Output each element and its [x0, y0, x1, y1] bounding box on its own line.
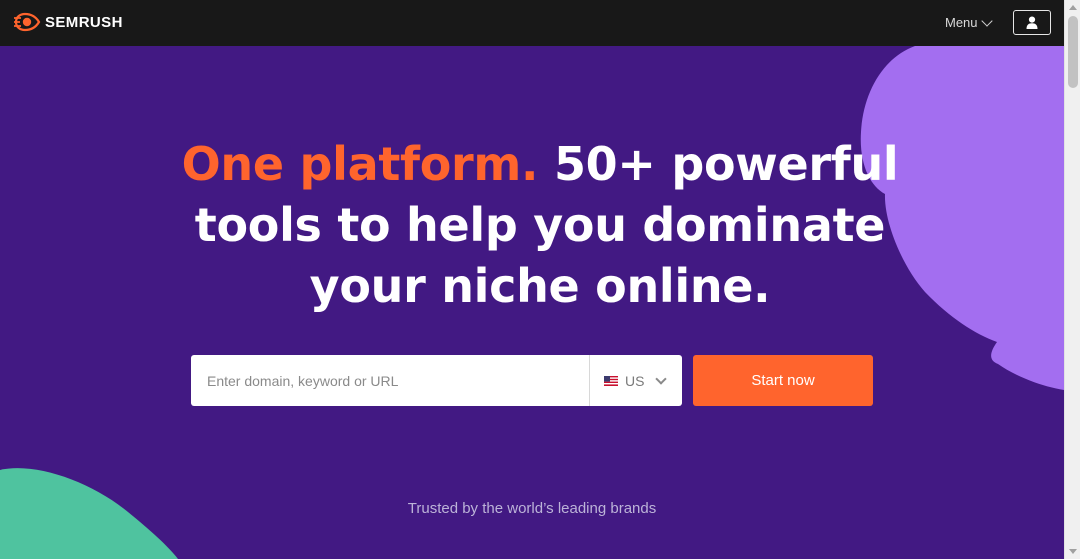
page: SEMRUSH Menu One platform. 50+ powerful …: [0, 0, 1080, 559]
scroll-up-icon[interactable]: [1069, 5, 1077, 10]
user-icon: [1026, 16, 1038, 29]
country-select[interactable]: US: [590, 355, 682, 406]
country-code: US: [625, 372, 645, 389]
hero-section: One platform. 50+ powerful tools to help…: [0, 46, 1064, 559]
domain-search-input[interactable]: [191, 355, 589, 406]
top-nav: SEMRUSH Menu: [0, 0, 1064, 46]
chevron-down-icon: [655, 372, 668, 385]
menu-label: Menu: [945, 15, 978, 30]
start-now-button[interactable]: Start now: [693, 355, 873, 406]
chevron-down-icon: [980, 14, 993, 27]
page-scrollbar[interactable]: [1064, 0, 1080, 559]
user-account-button[interactable]: [1013, 10, 1051, 35]
headline-accent: One platform.: [181, 137, 539, 191]
logo-text: SEMRUSH: [45, 13, 123, 31]
search-bar: US: [191, 355, 682, 406]
trusted-brands-text: Trusted by the world’s leading brands: [407, 500, 657, 517]
semrush-logo[interactable]: SEMRUSH: [14, 12, 123, 32]
semrush-fire-icon: [14, 12, 41, 32]
scroll-thumb[interactable]: [1068, 16, 1078, 88]
menu-button[interactable]: Menu: [945, 14, 993, 30]
hero-headline: One platform. 50+ powerful tools to help…: [180, 134, 900, 317]
us-flag-icon: [604, 375, 618, 386]
scroll-down-icon[interactable]: [1069, 549, 1077, 554]
